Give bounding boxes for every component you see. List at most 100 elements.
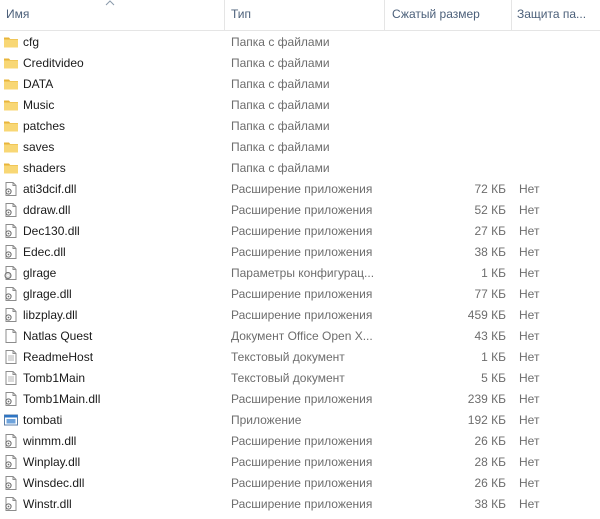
file-type: Расширение приложения: [231, 392, 373, 406]
file-row[interactable]: Edec.dll Расширение приложения 38 КБ Нет: [0, 242, 600, 263]
file-compressed-size: 28 КБ: [474, 455, 506, 469]
file-compressed-size: 27 КБ: [474, 224, 506, 238]
file-compressed-size: 239 КБ: [467, 392, 506, 406]
file-row[interactable]: Winsdec.dll Расширение приложения 26 КБ Нет: [0, 473, 600, 494]
dll-file-icon: [3, 223, 19, 239]
file-row[interactable]: winmm.dll Расширение приложения 26 КБ Нет: [0, 431, 600, 452]
file-type: Расширение приложения: [231, 224, 373, 238]
column-header-compressed-size[interactable]: Сжатый размер: [392, 0, 508, 30]
file-name: ddraw.dll: [23, 203, 71, 217]
column-divider[interactable]: [384, 0, 385, 30]
folder-icon: [3, 34, 19, 50]
file-type: Расширение приложения: [231, 182, 373, 196]
file-type: Текстовый документ: [231, 350, 345, 364]
file-row[interactable]: Winstr.dll Расширение приложения 38 КБ Нет: [0, 494, 600, 515]
file-name: Winstr.dll: [23, 497, 72, 511]
folder-icon: [3, 160, 19, 176]
file-name: winmm.dll: [23, 434, 77, 448]
file-protection: Нет: [519, 497, 540, 511]
file-row[interactable]: Tomb1Main Текстовый документ 5 КБ Нет: [0, 368, 600, 389]
file-compressed-size: 52 КБ: [474, 203, 506, 217]
file-name: ati3dcif.dll: [23, 182, 77, 196]
document-file-icon: [3, 328, 19, 344]
file-row[interactable]: Natlas Quest Документ Office Open X... 43 …: [0, 326, 600, 347]
dll-file-icon: [3, 202, 19, 218]
file-protection: Нет: [519, 203, 540, 217]
file-compressed-size: 5 КБ: [481, 371, 506, 385]
column-divider[interactable]: [224, 0, 225, 30]
file-row[interactable]: glrage.dll Расширение приложения 77 КБ Нет: [0, 284, 600, 305]
file-protection: Нет: [519, 476, 540, 490]
file-type: Документ Office Open X...: [231, 329, 373, 343]
file-name: shaders: [23, 161, 66, 175]
file-row[interactable]: ddraw.dll Расширение приложения 52 КБ Нет: [0, 200, 600, 221]
file-type: Расширение приложения: [231, 497, 373, 511]
file-compressed-size: 72 КБ: [474, 182, 506, 196]
file-row[interactable]: saves Папка с файлами: [0, 137, 600, 158]
file-name: tombati: [23, 413, 63, 427]
file-row[interactable]: ReadmeHost Текстовый документ 1 КБ Нет: [0, 347, 600, 368]
column-header-name[interactable]: Имя: [6, 0, 216, 30]
file-name: Creditvideo: [23, 56, 84, 70]
file-protection: Нет: [519, 455, 540, 469]
folder-icon: [3, 139, 19, 155]
file-row[interactable]: glrage Параметры конфигурац... 1 КБ Нет: [0, 263, 600, 284]
file-compressed-size: 38 КБ: [474, 245, 506, 259]
folder-icon: [3, 55, 19, 71]
column-divider[interactable]: [511, 0, 512, 30]
file-row[interactable]: Dec130.dll Расширение приложения 27 КБ Нет: [0, 221, 600, 242]
file-compressed-size: 1 КБ: [481, 350, 506, 364]
file-name: saves: [23, 140, 55, 154]
file-type: Расширение приложения: [231, 308, 373, 322]
file-protection: Нет: [519, 392, 540, 406]
file-type: Расширение приложения: [231, 287, 373, 301]
dll-file-icon: [3, 475, 19, 491]
column-header-bar: Имя Тип Сжатый размер Защита па...: [0, 0, 600, 31]
file-row[interactable]: Creditvideo Папка с файлами: [0, 53, 600, 74]
file-compressed-size: 77 КБ: [474, 287, 506, 301]
file-row[interactable]: libzplay.dll Расширение приложения 459 КБ Н…: [0, 305, 600, 326]
dll-file-icon: [3, 496, 19, 512]
file-compressed-size: 192 КБ: [467, 413, 506, 427]
file-row[interactable]: Music Папка с файлами: [0, 95, 600, 116]
file-protection: Нет: [519, 329, 540, 343]
column-header-type[interactable]: Тип: [231, 0, 379, 30]
column-header-protection[interactable]: Защита па...: [517, 0, 597, 30]
application-icon: [3, 412, 19, 428]
file-type: Папка с файлами: [231, 140, 330, 154]
file-name: libzplay.dll: [23, 308, 78, 322]
folder-icon: [3, 76, 19, 92]
file-row[interactable]: cfg Папка с файлами: [0, 32, 600, 53]
file-protection: Нет: [519, 266, 540, 280]
file-type: Текстовый документ: [231, 371, 345, 385]
file-row[interactable]: ati3dcif.dll Расширение приложения 72 КБ Не…: [0, 179, 600, 200]
file-protection: Нет: [519, 245, 540, 259]
file-protection: Нет: [519, 371, 540, 385]
file-protection: Нет: [519, 308, 540, 322]
folder-icon: [3, 97, 19, 113]
folder-icon: [3, 118, 19, 134]
dll-file-icon: [3, 391, 19, 407]
file-compressed-size: 1 КБ: [481, 266, 506, 280]
file-type: Расширение приложения: [231, 434, 373, 448]
file-row[interactable]: Winplay.dll Расширение приложения 28 КБ Нет: [0, 452, 600, 473]
file-name: Winplay.dll: [23, 455, 81, 469]
file-name: Tomb1Main: [23, 371, 86, 385]
file-type: Расширение приложения: [231, 245, 373, 259]
file-row[interactable]: DATA Папка с файлами: [0, 74, 600, 95]
file-list: cfg Папка с файлами Creditvideo Папка с фай…: [0, 32, 600, 515]
file-compressed-size: 26 КБ: [474, 476, 506, 490]
file-name: DATA: [23, 77, 54, 91]
file-row[interactable]: tombati Приложение 192 КБ Нет: [0, 410, 600, 431]
file-protection: Нет: [519, 350, 540, 364]
file-row[interactable]: shaders Папка с файлами: [0, 158, 600, 179]
file-name: ReadmeHost: [23, 350, 94, 364]
file-protection: Нет: [519, 224, 540, 238]
dll-file-icon: [3, 244, 19, 260]
file-type: Приложение: [231, 413, 302, 427]
file-name: patches: [23, 119, 66, 133]
file-type: Расширение приложения: [231, 455, 373, 469]
file-row[interactable]: patches Папка с файлами: [0, 116, 600, 137]
file-row[interactable]: Tomb1Main.dll Расширение приложения 239 КБ…: [0, 389, 600, 410]
dll-file-icon: [3, 286, 19, 302]
